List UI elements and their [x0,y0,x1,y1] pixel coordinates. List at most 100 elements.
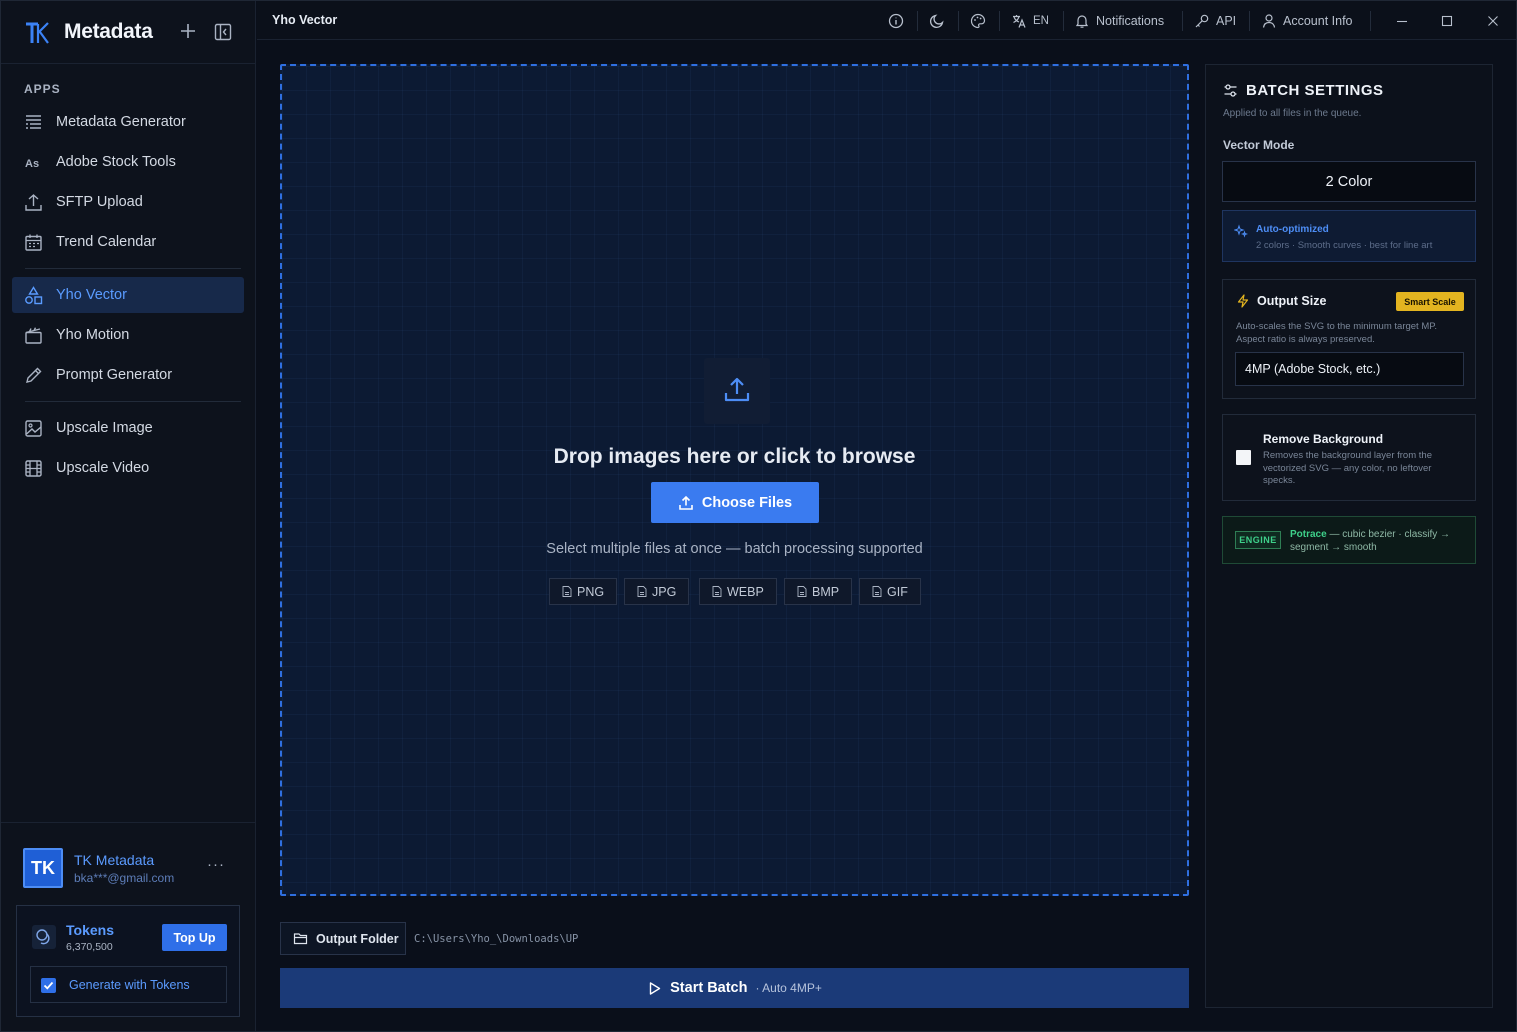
more-options-icon[interactable]: ··· [207,856,225,873]
user-card[interactable]: TK TK Metadata bka***@gmail.com ··· [1,822,256,900]
toolbar-divider [1370,11,1371,31]
palette-icon [970,13,986,29]
play-icon [649,981,661,995]
format-label: GIF [887,584,908,599]
close-button[interactable] [1485,12,1501,30]
collapse-sidebar-icon[interactable] [214,23,232,41]
api-button[interactable]: API [1194,12,1236,30]
minimize-button[interactable] [1394,12,1410,30]
info-icon [888,13,904,29]
upload-icon-box [704,358,770,424]
sidebar-item-metadata-generator[interactable]: Metadata Generator [12,104,244,140]
pencil-icon [26,367,42,383]
auto-optimized-info: Auto-optimized 2 colors · Smooth curves … [1222,210,1476,262]
palette-button[interactable] [970,12,986,30]
close-icon [1488,16,1498,26]
output-size-desc: Auto-scales the SVG to the minimum targe… [1236,321,1437,345]
format-chip-bmp: BMP [784,578,853,605]
remove-background-card[interactable]: Remove Background Removes the background… [1222,414,1476,501]
info-button[interactable] [888,12,904,30]
start-batch-label: Start Batch [670,980,748,996]
batch-settings-title: BATCH SETTINGS [1246,82,1384,99]
theme-toggle-button[interactable] [929,12,945,30]
top-bar: Yho Vector EN Notifications API Account … [257,1,1516,40]
folder-icon [293,933,308,945]
file-icon [712,586,722,597]
output-folder-button[interactable]: Output Folder [280,922,406,955]
generate-with-tokens-toggle[interactable]: Generate with Tokens [30,966,227,1003]
format-chip-png: PNG [549,578,618,605]
avatar: TK [23,848,63,888]
language-button[interactable]: EN [1011,12,1049,30]
dropzone-subtitle: Select multiple files at once — batch pr… [546,541,923,557]
start-batch-button[interactable]: Start Batch · Auto 4MP+ [280,968,1189,1008]
maximize-button[interactable] [1439,12,1455,30]
auto-optimized-desc: 2 colors · Smooth curves · best for line… [1256,240,1433,251]
format-chip-gif: GIF [859,578,921,605]
output-folder-path: C:\Users\Yho_\Downloads\UP [414,933,579,945]
tokens-panel: Tokens 6,370,500 Top Up Generate with To… [16,905,240,1017]
logo-icon [26,22,49,44]
upload-icon [25,194,42,211]
user-icon [1262,14,1276,28]
sidebar-divider [25,268,241,269]
choose-files-label: Choose Files [701,494,793,511]
remove-background-checkbox[interactable] [1236,450,1251,465]
file-icon [872,586,882,597]
sidebar-item-yho-vector[interactable]: Yho Vector [12,277,244,313]
shapes-icon [25,286,43,305]
sidebar-divider [25,401,241,402]
toolbar-divider [1063,11,1064,31]
notifications-label: Notifications [1096,14,1165,28]
maximize-icon [1441,15,1453,27]
sidebar-item-label: Adobe Stock Tools [56,154,176,170]
brand-title: Metadata [64,20,153,43]
sidebar-item-yho-motion[interactable]: Yho Motion [12,317,244,353]
file-icon [637,586,647,597]
account-info-button[interactable]: Account Info [1261,12,1353,30]
adobe-stock-icon: As [25,158,39,170]
engine-description: Potrace — cubic bezier · classify → segm… [1290,529,1468,554]
sidebar-item-adobe-stock-tools[interactable]: As Adobe Stock Tools [12,144,244,180]
file-dropzone[interactable]: Drop images here or click to browse Choo… [280,64,1189,896]
sidebar-item-trend-calendar[interactable]: Trend Calendar [12,224,244,260]
choose-files-button[interactable]: Choose Files [651,482,819,523]
key-icon [1195,14,1209,28]
film-icon [25,460,42,477]
top-up-button[interactable]: Top Up [162,924,227,951]
sidebar-item-upscale-video[interactable]: Upscale Video [12,450,244,486]
plus-icon[interactable] [179,22,197,40]
batch-settings-subtitle: Applied to all files in the queue. [1223,108,1362,119]
language-label: EN [1033,15,1049,27]
output-size-title: Output Size [1257,294,1327,308]
account-info-label: Account Info [1283,14,1353,28]
toolbar-divider [1182,11,1183,31]
sidebar-item-label: Yho Vector [56,287,127,303]
page-title: Yho Vector [272,13,338,27]
checkbox-checked-icon[interactable] [41,978,56,993]
sidebar-item-label: Metadata Generator [56,114,186,130]
dropzone-title: Drop images here or click to browse [553,445,916,468]
sidebar-item-upscale-image[interactable]: Upscale Image [12,410,244,446]
brand-header: Metadata [1,1,256,64]
batch-settings-header: BATCH SETTINGS [1223,82,1384,99]
auto-optimized-title: Auto-optimized [1256,224,1329,235]
generate-with-tokens-label: Generate with Tokens [69,978,190,992]
format-label: WEBP [727,584,764,599]
sliders-icon [1224,84,1237,97]
vector-mode-select[interactable]: 2 Color [1222,161,1476,202]
toolbar-divider [999,11,1000,31]
api-label: API [1216,14,1237,28]
sidebar-item-prompt-generator[interactable]: Prompt Generator [12,357,244,393]
moon-icon [929,14,944,29]
notifications-button[interactable]: Notifications [1074,12,1164,30]
sidebar-item-sftp-upload[interactable]: SFTP Upload [12,184,244,220]
batch-settings-panel: BATCH SETTINGS Applied to all files in t… [1205,64,1493,1008]
engine-name: Potrace [1290,529,1327,540]
start-batch-suffix: · Auto 4MP+ [755,981,822,995]
toolbar-divider [1249,11,1250,31]
output-size-select[interactable]: 4MP (Adobe Stock, etc.) [1235,352,1464,386]
list-icon [26,115,41,129]
calendar-icon [25,234,42,251]
engine-info: ENGINE Potrace — cubic bezier · classify… [1222,516,1476,564]
